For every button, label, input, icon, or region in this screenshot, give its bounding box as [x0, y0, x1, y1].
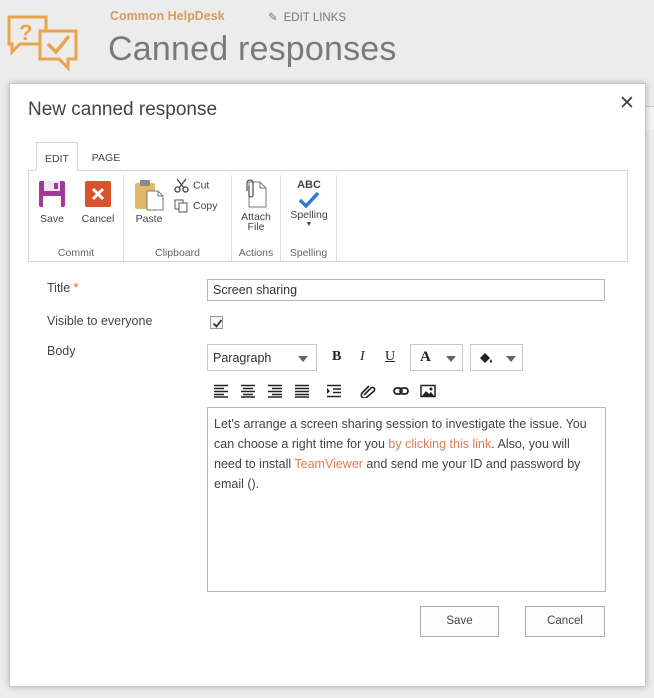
cancel-button[interactable]: Cancel	[525, 606, 605, 637]
chevron-down-icon	[446, 356, 456, 362]
actions-group-label: Actions	[238, 247, 274, 259]
spelling-label: Spelling	[290, 209, 328, 221]
italic-button[interactable]: I	[360, 349, 365, 365]
link-icon[interactable]	[393, 384, 409, 398]
title-label-text: Title	[47, 281, 71, 295]
site-name[interactable]: Common HelpDesk	[110, 9, 225, 23]
attach-file-button[interactable]: Attach File	[236, 179, 276, 232]
tab-page[interactable]: PAGE	[91, 142, 121, 171]
chevron-down-icon	[298, 356, 308, 362]
visible-checkbox[interactable]	[210, 316, 223, 329]
body-label: Body	[47, 344, 76, 358]
spell-check-icon	[298, 191, 320, 209]
save-button[interactable]: Save	[420, 606, 499, 637]
spelling-group-label: Spelling	[289, 247, 328, 259]
commit-group-label: Commit	[57, 247, 95, 259]
attach-file-icon	[246, 179, 267, 208]
body-editor[interactable]: Let's arrange a screen sharing session t…	[207, 407, 606, 592]
scissors-icon	[174, 178, 189, 193]
abc-icon-text: ABC	[297, 179, 321, 191]
cancel-ribbon-button[interactable]: Cancel	[79, 181, 117, 225]
cut-label: Cut	[193, 179, 210, 192]
actions-group: Attach File Actions	[232, 175, 281, 261]
align-justify-icon[interactable]	[294, 384, 310, 398]
title-label: Title *	[47, 281, 79, 295]
helpdesk-logo-icon: ?	[7, 15, 78, 72]
align-center-icon[interactable]	[240, 384, 256, 398]
image-icon[interactable]	[420, 384, 436, 398]
underline-button[interactable]: U	[385, 349, 395, 365]
dialog-title: New canned response	[28, 99, 218, 120]
bold-button[interactable]: B	[332, 349, 341, 365]
spelling-button[interactable]: ABC Spelling ▼	[287, 179, 331, 228]
paste-label: Paste	[135, 213, 163, 225]
align-left-icon[interactable]	[213, 384, 229, 398]
commit-group: Save Cancel Commit	[29, 175, 124, 261]
copy-button[interactable]: Copy	[174, 199, 218, 213]
attach-label-line2: File	[247, 221, 265, 233]
ribbon: Save Cancel Commit Paste Cut Copy Clipbo…	[28, 170, 628, 262]
paint-bucket-icon	[480, 353, 492, 363]
font-color-button[interactable]: A	[410, 344, 463, 371]
copy-icon	[174, 199, 188, 213]
edit-links-label: EDIT LINKS	[283, 12, 347, 24]
teamviewer-link[interactable]: TeamViewer	[294, 457, 363, 471]
cut-button[interactable]: Cut	[174, 178, 209, 193]
paste-button[interactable]: Paste	[132, 179, 166, 225]
paragraph-format-select[interactable]: Paragraph	[207, 344, 317, 371]
font-color-icon: A	[420, 349, 431, 365]
chevron-down-icon	[506, 356, 516, 362]
save-ribbon-label: Save	[40, 213, 64, 225]
indent-icon[interactable]	[326, 384, 342, 398]
cancel-ribbon-label: Cancel	[81, 213, 115, 225]
pencil-icon: ✎	[268, 12, 278, 24]
required-mark: *	[73, 281, 79, 295]
cancel-icon	[85, 181, 111, 207]
svg-text:?: ?	[19, 20, 32, 45]
scheduling-link[interactable]: by clicking this link	[388, 437, 491, 451]
visible-label: Visible to everyone	[47, 314, 153, 328]
paste-icon	[135, 180, 164, 211]
save-ribbon-button[interactable]: Save	[37, 181, 67, 225]
save-icon	[39, 181, 65, 207]
clipboard-group-label: Clipboard	[155, 247, 200, 259]
new-response-dialog: New canned response ✕ EDIT PAGE Save Can…	[9, 83, 646, 687]
highlight-color-button[interactable]	[470, 344, 523, 371]
edit-links[interactable]: ✎ EDIT LINKS	[268, 10, 346, 24]
checkmark-icon	[212, 319, 223, 328]
copy-label: Copy	[193, 199, 218, 212]
clipboard-group: Paste Cut Copy Clipboard	[124, 175, 232, 261]
spelling-dropdown-icon: ▼	[305, 221, 313, 228]
tab-edit[interactable]: EDIT	[36, 142, 78, 171]
page-title: Canned responses	[108, 30, 397, 68]
attachment-icon[interactable]	[360, 384, 376, 398]
spelling-group: ABC Spelling ▼ Spelling	[281, 175, 337, 261]
paragraph-format-value: Paragraph	[213, 351, 272, 365]
close-icon[interactable]: ✕	[619, 94, 635, 113]
align-right-icon[interactable]	[267, 384, 283, 398]
title-input[interactable]	[207, 279, 605, 301]
